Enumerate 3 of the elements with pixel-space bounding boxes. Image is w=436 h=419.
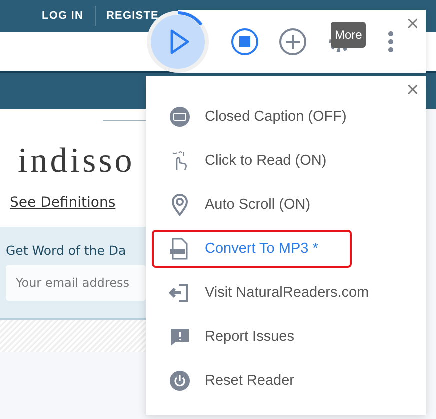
headword: indisso (18, 141, 136, 181)
newsletter-title: Get Word of the Da (6, 243, 128, 258)
tooltip: More (331, 22, 366, 48)
